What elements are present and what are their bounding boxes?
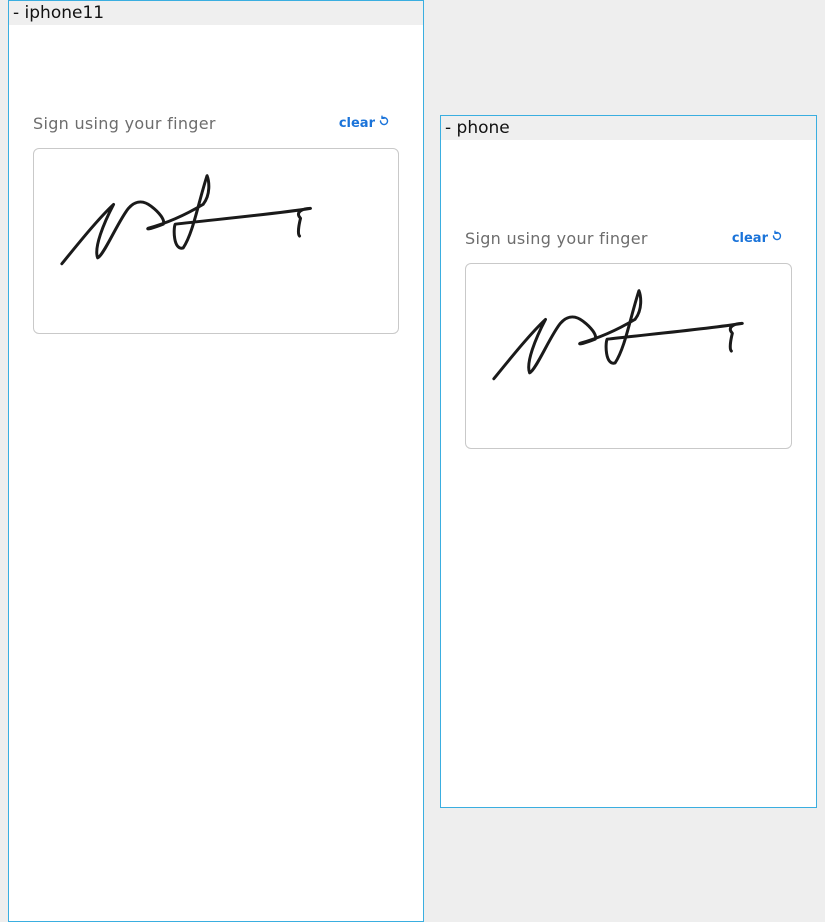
- signature-header: Sign using your finger clear: [465, 228, 792, 248]
- clear-button[interactable]: clear: [732, 230, 783, 246]
- signature-section: Sign using your finger clear: [465, 228, 792, 449]
- signature-stroke: [60, 174, 312, 266]
- refresh-icon: [378, 115, 390, 131]
- frame-title: - phone: [441, 116, 816, 140]
- clear-label: clear: [338, 115, 375, 131]
- signature-stroke: [492, 289, 744, 381]
- clear-label: clear: [731, 230, 768, 246]
- signature-pad[interactable]: [33, 148, 399, 334]
- clear-button[interactable]: clear: [339, 115, 390, 131]
- signature-instruction: Sign using your finger: [33, 113, 216, 133]
- frame-title: - iphone11: [9, 1, 423, 25]
- signature-instruction: Sign using your finger: [465, 228, 648, 248]
- signature-section: Sign using your finger clear: [33, 113, 399, 334]
- refresh-icon: [771, 230, 783, 246]
- device-frame-phone: - phone Sign using your finger clear: [440, 115, 817, 808]
- signature-header: Sign using your finger clear: [33, 113, 399, 133]
- device-frame-iphone11: - iphone11 Sign using your finger clear: [8, 0, 424, 922]
- signature-pad[interactable]: [465, 263, 792, 449]
